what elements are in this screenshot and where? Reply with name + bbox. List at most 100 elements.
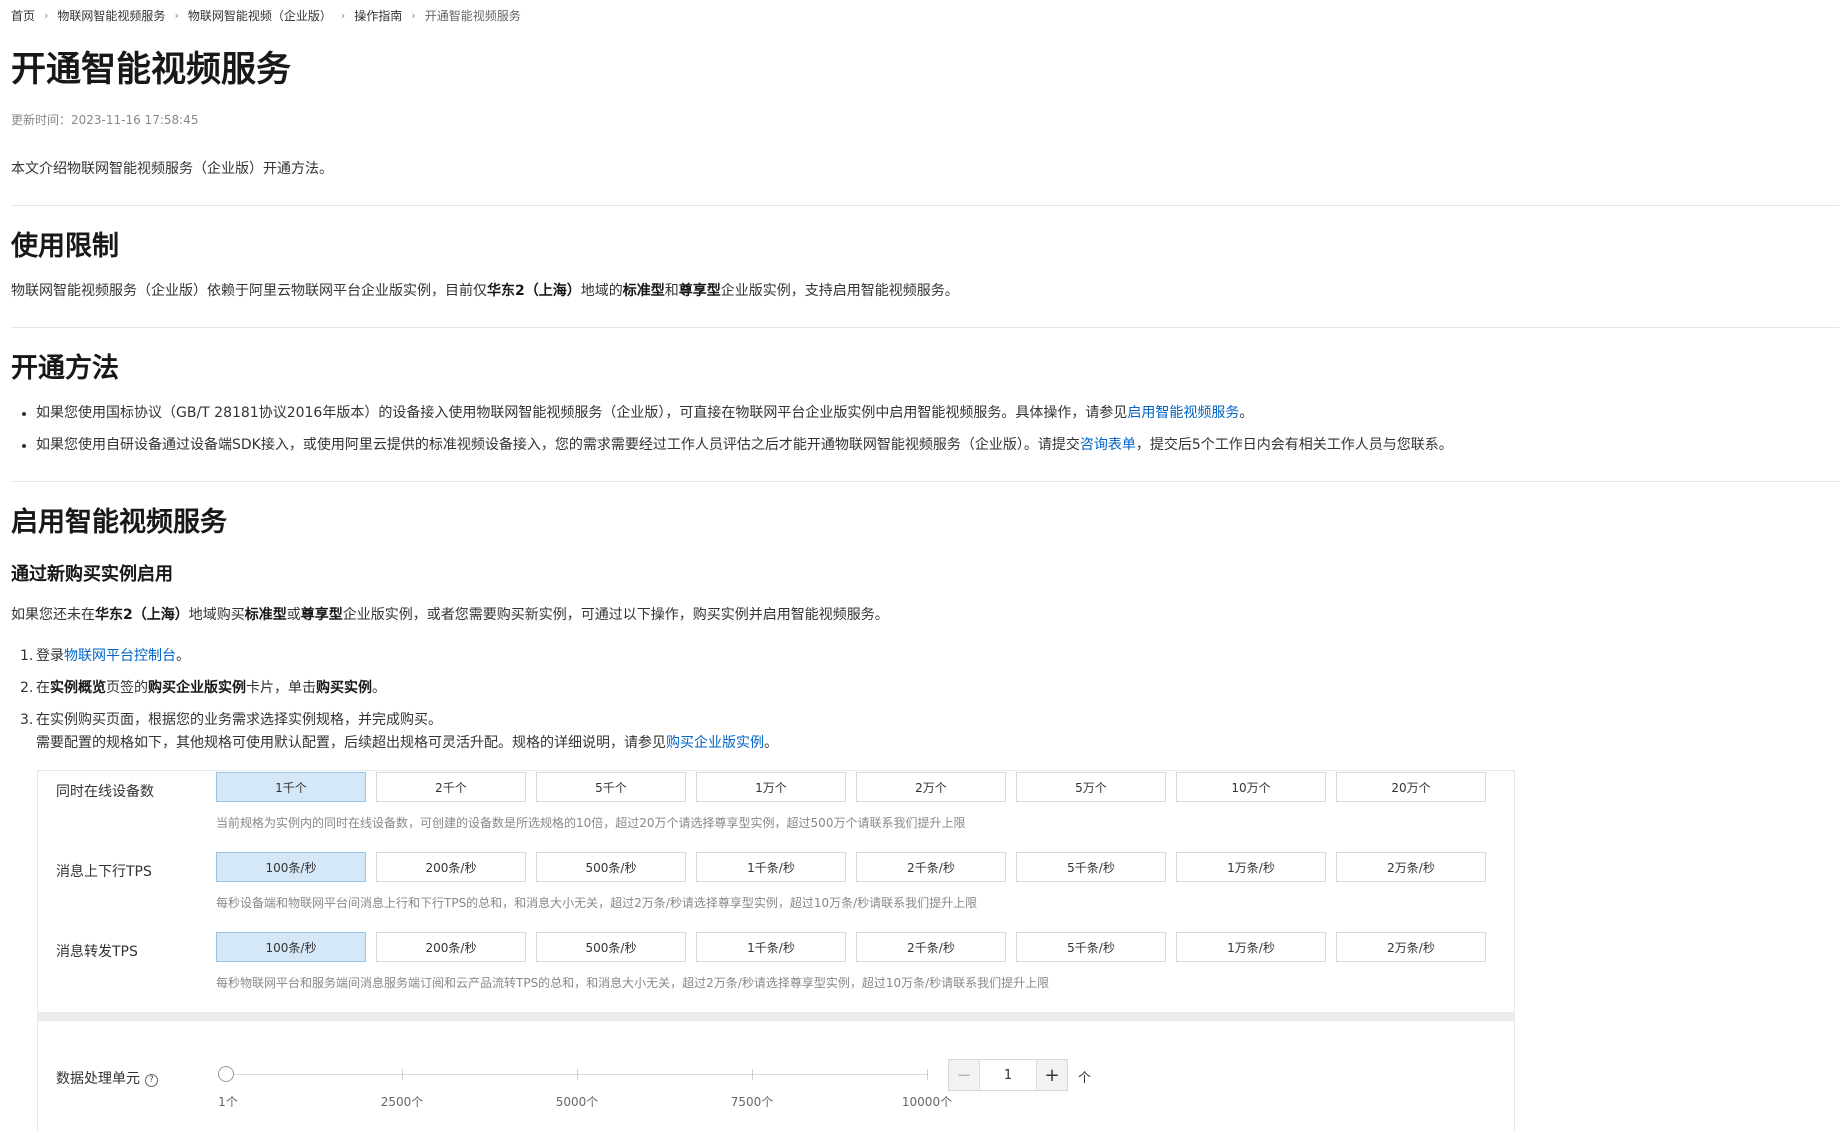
step-number: 2. (20, 680, 34, 696)
option-50k-devices[interactable]: 5万个 (1016, 772, 1166, 802)
breadcrumb-current: 开通智能视频服务 (424, 9, 521, 23)
option-tps-2k[interactable]: 2千条/秒 (856, 852, 1006, 882)
text-fragment: 页签的 (106, 680, 148, 696)
text-fragment: 如果您使用自研设备通过设备端SDK接入，或使用阿里云提供的标准视频设备接入，您的… (36, 437, 1080, 453)
minus-icon[interactable]: − (949, 1060, 980, 1090)
slider-tick (927, 1069, 928, 1080)
text-fragment: 如果您使用国标协议（GB/T 28181协议2016年版本）的设备接入使用物联网… (36, 405, 1128, 421)
text-fragment: 或 (286, 607, 301, 623)
option-20k-devices[interactable]: 2万个 (856, 772, 1006, 802)
option-2k-devices[interactable]: 2千个 (376, 772, 526, 802)
online-devices-label: 同时在线设备数 (56, 784, 154, 800)
option-tps-200[interactable]: 200条/秒 (376, 852, 526, 882)
slider-tick (402, 1069, 403, 1080)
enable-heading: 启用智能视频服务 (11, 507, 227, 538)
option-5k-devices[interactable]: 5千个 (536, 772, 686, 802)
data-unit-stepper: − 1 + (948, 1059, 1068, 1091)
bold-buy-instance: 购买实例 (316, 680, 372, 696)
option-100k-devices[interactable]: 10万个 (1176, 772, 1326, 802)
bold-instance-overview: 实例概览 (50, 680, 106, 696)
text-fragment: 在 (36, 680, 50, 696)
unit-label: 个 (1078, 1071, 1092, 1086)
option-tps-20k[interactable]: 2万条/秒 (1336, 852, 1486, 882)
option-1k-devices[interactable]: 1千个 (216, 772, 366, 802)
data-unit-label: 数据处理单元? (56, 1068, 158, 1088)
text-fragment: 需要配置的规格如下，其他规格可使用默认配置，后续超出规格可灵活升配。规格的详细说… (36, 735, 666, 751)
text-fragment: 在实例购买页面，根据您的业务需求选择实例规格，并完成购买。 (36, 712, 442, 728)
section-divider (11, 327, 1839, 328)
update-time: 更新时间：2023-11-16 17:58:45 (11, 113, 199, 127)
forward-tps-hint: 每秒物联网平台和服务端间消息服务端订阅和云产品流转TPS的总和，和消息大小无关，… (216, 976, 1050, 990)
bold-buy-card: 购买企业版实例 (148, 680, 246, 696)
consult-form-link[interactable]: 咨询表单 (1080, 437, 1136, 453)
chevron-right-icon: › (340, 9, 346, 22)
bold-region: 华东2（上海） (487, 283, 581, 299)
breadcrumb-enterprise[interactable]: 物联网智能视频（企业版） (188, 7, 332, 24)
text-fragment: 地域购买 (188, 607, 245, 623)
option-tps-500[interactable]: 500条/秒 (536, 852, 686, 882)
slider-mark: 5000个 (555, 1095, 599, 1109)
buy-enterprise-instance-link[interactable]: 购买企业版实例 (666, 735, 764, 751)
option-fwd-2k[interactable]: 2千条/秒 (856, 932, 1006, 962)
iot-console-link[interactable]: 物联网平台控制台 (64, 648, 176, 664)
stepper-value[interactable]: 1 (980, 1060, 1036, 1090)
message-tps-options: 100条/秒 200条/秒 500条/秒 1千条/秒 2千条/秒 5千条/秒 1… (216, 852, 1486, 882)
option-10k-devices[interactable]: 1万个 (696, 772, 846, 802)
enable-video-service-link[interactable]: 启用智能视频服务 (1127, 405, 1239, 421)
text-fragment: 登录 (36, 648, 64, 664)
option-fwd-20k[interactable]: 2万条/秒 (1336, 932, 1486, 962)
option-tps-100[interactable]: 100条/秒 (216, 852, 366, 882)
option-fwd-1k[interactable]: 1千条/秒 (696, 932, 846, 962)
enable-paragraph: 如果您还未在华东2（上海）地域购买标准型或尊享型企业版实例，或者您需要购买新实例… (11, 605, 889, 625)
option-tps-5k[interactable]: 5千条/秒 (1016, 852, 1166, 882)
slider-mark: 1个 (218, 1095, 238, 1109)
step-2: 2. 在实例概览页签的购买企业版实例卡片，单击购买实例。 (20, 678, 386, 698)
bold-premium: 尊享型 (300, 607, 343, 623)
slider-mark: 7500个 (730, 1095, 774, 1109)
option-tps-10k[interactable]: 1万条/秒 (1176, 852, 1326, 882)
text-fragment: 和 (664, 283, 679, 299)
step-number: 3. (20, 712, 34, 728)
page-title: 开通智能视频服务 (11, 50, 292, 90)
option-fwd-100[interactable]: 100条/秒 (216, 932, 366, 962)
option-fwd-10k[interactable]: 1万条/秒 (1176, 932, 1326, 962)
question-circle-icon[interactable]: ? (145, 1074, 158, 1087)
option-fwd-5k[interactable]: 5千条/秒 (1016, 932, 1166, 962)
breadcrumb-guide[interactable]: 操作指南 (354, 7, 402, 24)
limits-paragraph: 物联网智能视频服务（企业版）依赖于阿里云物联网平台企业版实例，目前仅华东2（上海… (11, 281, 959, 301)
step-number: 1. (20, 648, 34, 664)
message-tps-label: 消息上下行TPS (56, 864, 152, 880)
text-fragment: ，提交后5个工作日内会有相关工作人员与您联系。 (1135, 437, 1453, 453)
panel-separator (37, 1012, 1515, 1020)
bold-standard: 标准型 (244, 607, 287, 623)
text-fragment: 卡片，单击 (246, 680, 316, 696)
forward-tps-options: 100条/秒 200条/秒 500条/秒 1千条/秒 2千条/秒 5千条/秒 1… (216, 932, 1486, 962)
text-fragment: 物联网智能视频服务（企业版）依赖于阿里云物联网平台企业版实例，目前仅 (11, 283, 487, 299)
text-fragment: 地域的 (580, 283, 623, 299)
breadcrumb: 首页 › 物联网智能视频服务 › 物联网智能视频（企业版） › 操作指南 › 开… (11, 7, 521, 24)
data-unit-panel (37, 1020, 1515, 1131)
slider-handle[interactable] (218, 1066, 234, 1082)
breadcrumb-iot-video[interactable]: 物联网智能视频服务 (57, 7, 165, 24)
option-fwd-200[interactable]: 200条/秒 (376, 932, 526, 962)
plus-icon[interactable]: + (1036, 1060, 1067, 1090)
intro-paragraph: 本文介绍物联网智能视频服务（企业版）开通方法。 (11, 161, 333, 177)
slider-mark: 10000个 (901, 1095, 953, 1109)
text-fragment: 。 (764, 735, 778, 751)
step-3-detail: 需要配置的规格如下，其他规格可使用默认配置，后续超出规格可灵活升配。规格的详细说… (36, 733, 778, 753)
limits-heading: 使用限制 (11, 231, 119, 262)
chevron-right-icon: › (44, 9, 49, 22)
chevron-right-icon: › (411, 9, 416, 22)
slider-tick (577, 1069, 578, 1080)
methods-heading: 开通方法 (11, 353, 119, 384)
option-200k-devices[interactable]: 20万个 (1336, 772, 1486, 802)
online-devices-hint: 当前规格为实例内的同时在线设备数，可创建的设备数是所选规格的10倍，超过20万个… (216, 816, 966, 830)
step-3: 3. 在实例购买页面，根据您的业务需求选择实例规格，并完成购买。 (20, 710, 442, 730)
new-instance-heading: 通过新购买实例启用 (11, 564, 173, 585)
option-fwd-500[interactable]: 500条/秒 (536, 932, 686, 962)
text-fragment: 企业版实例，或者您需要购买新实例，可通过以下操作，购买实例并启用智能视频服务。 (342, 607, 889, 623)
forward-tps-label: 消息转发TPS (56, 944, 138, 960)
text-fragment: 。 (1239, 405, 1254, 421)
breadcrumb-home[interactable]: 首页 (11, 7, 35, 24)
option-tps-1k[interactable]: 1千条/秒 (696, 852, 846, 882)
